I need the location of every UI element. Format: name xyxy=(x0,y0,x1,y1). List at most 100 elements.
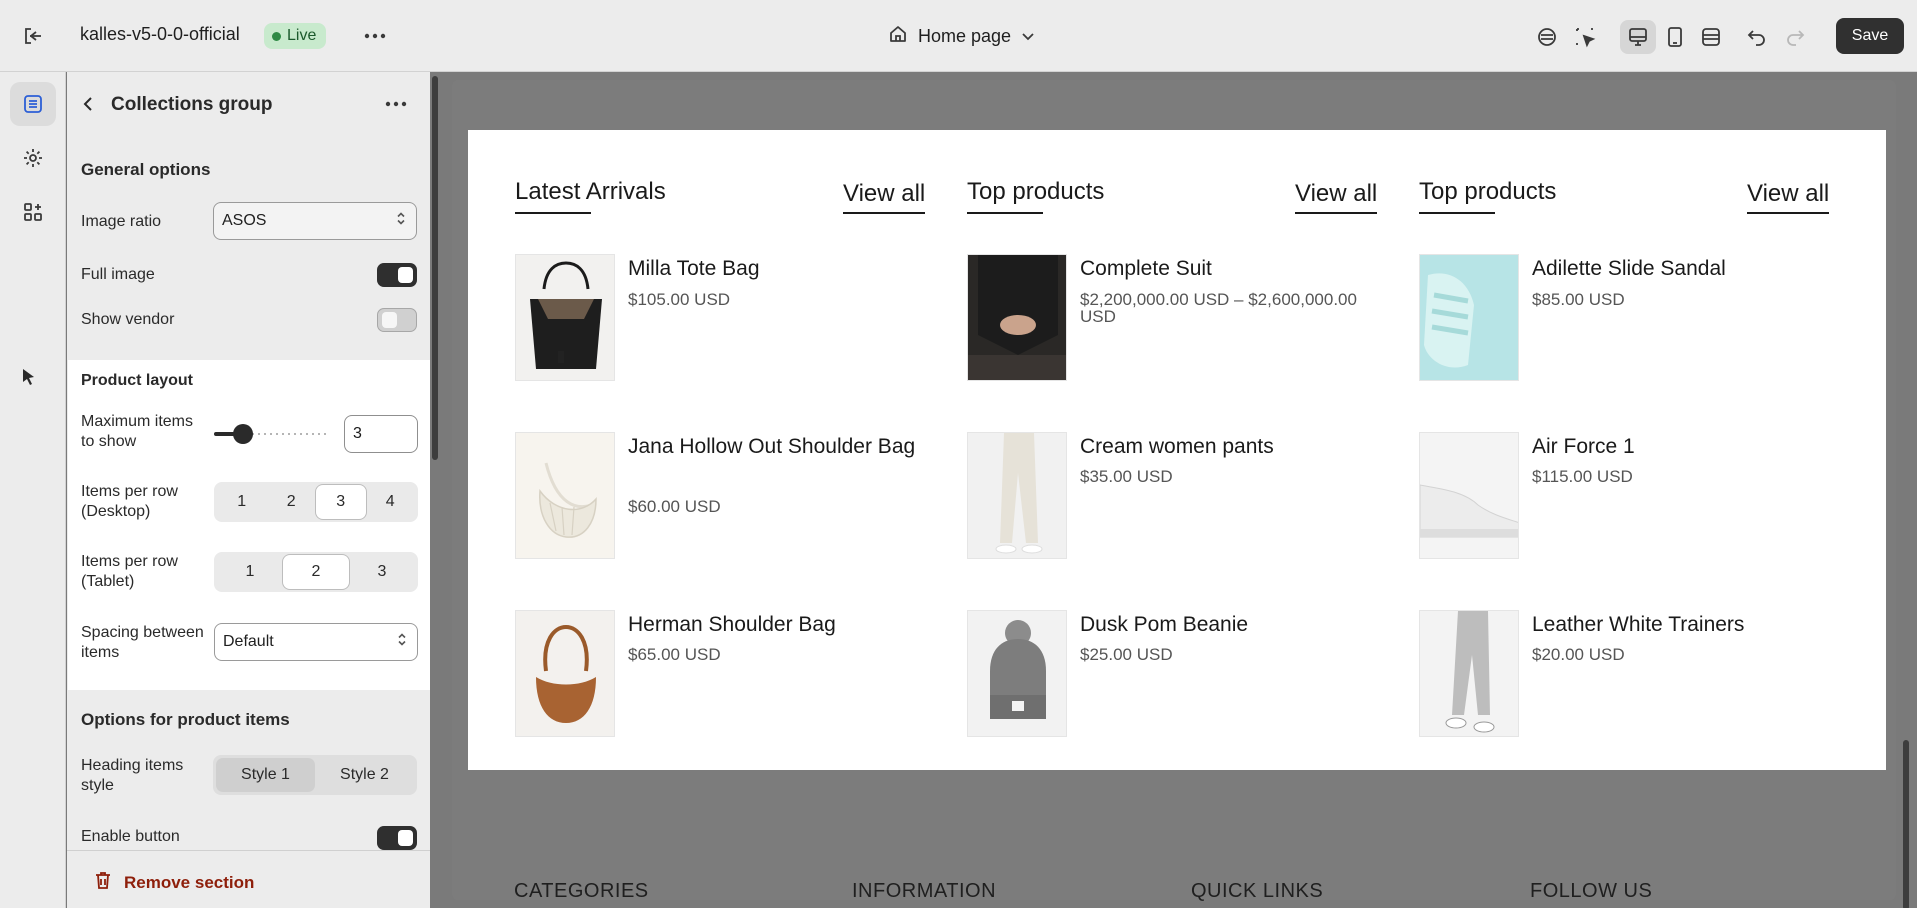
undo-icon[interactable] xyxy=(1742,22,1772,52)
panel-title: Collections group xyxy=(111,94,273,115)
preview-scrollbar[interactable] xyxy=(1900,72,1912,908)
remove-section-label: Remove section xyxy=(124,872,255,892)
per-row-desktop-option-4[interactable]: 4 xyxy=(366,485,416,519)
product-image-grey-joggers-trainers[interactable] xyxy=(1419,610,1519,737)
heading-style-option-2[interactable]: Style 2 xyxy=(315,758,414,792)
apps-icon[interactable] xyxy=(10,190,56,234)
view-all-link[interactable]: View all xyxy=(1295,180,1378,214)
back-icon[interactable] xyxy=(81,96,95,117)
column-title-underline xyxy=(1419,212,1495,214)
product-price: $105.00 USD xyxy=(628,290,731,309)
page-selector-label: Home page xyxy=(918,25,1012,46)
product-image-white-sneaker[interactable] xyxy=(1419,432,1519,559)
column-title-underline xyxy=(967,212,1043,214)
max-items-slider-handle[interactable] xyxy=(233,424,253,444)
full-image-label: Full image xyxy=(81,266,155,283)
image-ratio-value: ASOS xyxy=(222,212,267,229)
preview-scrollbar-thumb[interactable] xyxy=(1903,740,1909,908)
mobile-icon[interactable] xyxy=(1660,22,1690,52)
home-icon xyxy=(888,24,908,49)
product-image-grey-beanie[interactable] xyxy=(967,610,1067,737)
show-vendor-label: Show vendor xyxy=(81,311,175,328)
product-price: $25.00 USD xyxy=(1080,645,1173,664)
max-items-slider-track[interactable] xyxy=(246,433,328,435)
fullwidth-icon[interactable] xyxy=(1696,22,1726,52)
footer-heading: INFORMATION xyxy=(852,880,997,902)
image-ratio-select[interactable]: ASOS xyxy=(213,202,417,240)
product-price: $65.00 USD xyxy=(628,645,721,664)
desktop-icon[interactable] xyxy=(1620,20,1656,54)
heading-style-segmented: Style 1 Style 2 xyxy=(213,755,417,795)
product-image-brown-shoulder-bag[interactable] xyxy=(515,610,615,737)
product-image-white-shoulder-bag[interactable] xyxy=(515,432,615,559)
live-label: Live xyxy=(287,27,317,44)
full-image-toggle[interactable] xyxy=(377,263,417,287)
live-dot-icon xyxy=(272,31,281,41)
product-name[interactable]: Herman Shoulder Bag xyxy=(628,610,928,639)
footer-heading: CATEGORIES xyxy=(514,880,649,902)
product-image-mint-sandals[interactable] xyxy=(1419,254,1519,381)
product-name[interactable]: Complete Suit xyxy=(1080,254,1380,283)
column-title-underline xyxy=(515,212,591,214)
product-name[interactable]: Jana Hollow Out Shoulder Bag xyxy=(628,432,928,461)
product-price: $2,200,000.00 USD – $2,600,000.00 USD xyxy=(1080,290,1357,326)
collections-group-section[interactable]: Latest Arrivals View all Milla Tote Bag … xyxy=(468,130,1886,770)
product-price: $35.00 USD xyxy=(1080,467,1173,486)
select-icon[interactable] xyxy=(1570,22,1600,52)
left-rail xyxy=(0,72,66,908)
product-name[interactable]: Adilette Slide Sandal xyxy=(1532,254,1832,283)
footer-heading: QUICK LINKS xyxy=(1191,880,1324,902)
more-icon[interactable] xyxy=(362,24,388,48)
per-row-tablet-label: Items per row (Tablet) xyxy=(81,553,178,590)
product-image-black-suit[interactable] xyxy=(967,254,1067,381)
chevron-down-icon xyxy=(1021,26,1035,47)
spacing-label: Spacing between items xyxy=(81,624,204,661)
view-all-link[interactable]: View all xyxy=(843,180,926,214)
product-layout-heading: Product layout xyxy=(81,372,194,389)
select-chevron-icon xyxy=(397,632,407,653)
per-row-tablet-option-2[interactable]: 2 xyxy=(283,555,349,589)
spacing-value: Default xyxy=(223,633,274,650)
top-bar: kalles-v5-0-0-official Live Home page Sa… xyxy=(0,0,1917,72)
panel-scrollbar[interactable] xyxy=(430,72,440,908)
image-ratio-label: Image ratio xyxy=(81,213,162,230)
per-row-desktop-segmented: 1 2 3 4 xyxy=(214,482,418,522)
per-row-desktop-option-2[interactable]: 2 xyxy=(267,485,317,519)
inspector-icon[interactable] xyxy=(1532,22,1562,52)
product-name[interactable]: Milla Tote Bag xyxy=(628,254,928,283)
page-selector[interactable]: Home page xyxy=(888,22,1035,50)
exit-icon[interactable] xyxy=(20,24,46,48)
product-items-heading: Options for product items xyxy=(81,710,290,729)
trash-icon xyxy=(94,870,112,895)
redo-icon[interactable] xyxy=(1780,22,1810,52)
per-row-desktop-option-1[interactable]: 1 xyxy=(217,485,267,519)
panel-scrollbar-thumb[interactable] xyxy=(432,76,438,460)
product-price: $115.00 USD xyxy=(1532,467,1633,486)
product-image-black-tote-bag[interactable] xyxy=(515,254,615,381)
product-name[interactable]: Cream women pants xyxy=(1080,432,1380,461)
footer-heading: FOLLOW US xyxy=(1530,880,1653,902)
remove-section-button[interactable]: Remove section xyxy=(94,870,254,895)
per-row-tablet-option-3[interactable]: 3 xyxy=(349,555,415,589)
max-items-input[interactable]: 3 xyxy=(344,415,418,453)
enable-button-toggle[interactable] xyxy=(377,826,417,850)
per-row-tablet-segmented: 1 2 3 xyxy=(214,552,418,592)
product-image-cream-pants[interactable] xyxy=(967,432,1067,559)
heading-style-option-1[interactable]: Style 1 xyxy=(216,758,315,792)
product-name[interactable]: Dusk Pom Beanie xyxy=(1080,610,1380,639)
view-all-link[interactable]: View all xyxy=(1747,180,1830,214)
product-name[interactable]: Air Force 1 xyxy=(1532,432,1832,461)
panel-more-icon[interactable] xyxy=(385,94,407,112)
settings-icon[interactable] xyxy=(10,136,56,180)
product-name[interactable]: Leather White Trainers xyxy=(1532,610,1832,639)
save-button[interactable]: Save xyxy=(1836,18,1904,54)
spacing-select[interactable]: Default xyxy=(214,623,418,661)
show-vendor-toggle[interactable] xyxy=(377,308,417,332)
per-row-desktop-option-3[interactable]: 3 xyxy=(316,485,366,519)
cursor-icon xyxy=(22,368,36,391)
product-price: $85.00 USD xyxy=(1532,290,1625,309)
sections-icon[interactable] xyxy=(10,82,56,126)
column-title: Top products xyxy=(967,178,1105,205)
per-row-tablet-option-1[interactable]: 1 xyxy=(217,555,283,589)
live-status-badge: Live xyxy=(264,23,327,49)
